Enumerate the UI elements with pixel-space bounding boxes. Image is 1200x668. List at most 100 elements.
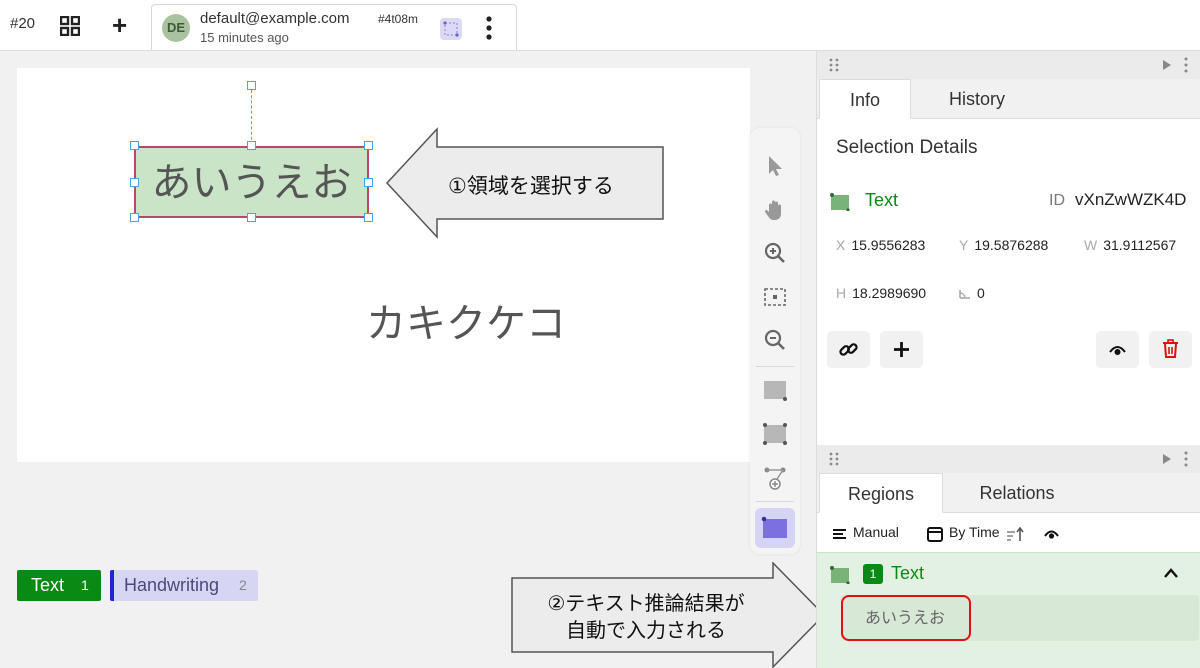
sort-by-time-button[interactable]: By Time <box>949 524 1000 540</box>
panel-menu-icon[interactable] <box>1184 451 1188 467</box>
tag-label: Text <box>31 575 65 595</box>
resize-handle[interactable] <box>130 213 139 222</box>
resize-handle[interactable] <box>247 141 256 150</box>
toolbar-divider <box>756 501 794 502</box>
user-email: default@example.com <box>200 10 350 27</box>
sort-manual-button[interactable]: Manual <box>853 524 899 540</box>
canvas-toolbar <box>750 128 800 554</box>
chevron-up-icon[interactable] <box>1163 567 1179 579</box>
ocr-region-tool-button[interactable] <box>755 508 795 548</box>
tag-label: Handwriting <box>124 575 220 595</box>
canvas-text: カキクケコ <box>366 301 566 347</box>
regions-tabs: Regions Relations <box>817 473 1200 513</box>
panel-menu-icon[interactable] <box>1184 57 1188 73</box>
selection-details-title: Selection Details <box>836 137 978 158</box>
polygon-tool-icon[interactable] <box>763 422 787 446</box>
plus-icon <box>894 342 909 357</box>
region-type-icon <box>830 193 850 211</box>
callout-step2: ②テキスト推論結果が 自動で入力される <box>511 590 781 644</box>
ocr-region-tool-icon <box>761 516 787 538</box>
panel-drag-bar[interactable] <box>817 51 1200 79</box>
toolbar-divider <box>756 366 794 367</box>
coord-w-value: 31.9112567 <box>1103 237 1177 253</box>
coord-h-value: 18.2989690 <box>852 285 927 301</box>
delete-button[interactable] <box>1149 331 1192 368</box>
coord-x-label: X <box>836 237 846 253</box>
coord-w: W 31.9112567 <box>1084 237 1200 253</box>
resize-handle[interactable] <box>364 141 373 150</box>
annotation-time: 15 minutes ago <box>200 30 289 45</box>
zoom-in-icon[interactable] <box>763 241 787 265</box>
region-list-item[interactable]: 1 Text あいうえお <box>817 552 1200 668</box>
drag-handle-icon[interactable] <box>829 58 839 72</box>
link-button[interactable] <box>827 331 870 368</box>
region-sort-row: Manual By Time <box>831 523 1191 547</box>
add-button[interactable] <box>880 331 923 368</box>
callout-step2-line1: ②テキスト推論結果が <box>547 591 745 615</box>
region-type-icon <box>830 566 850 584</box>
coord-h: H 18.2989690 <box>836 285 940 301</box>
resize-handle[interactable] <box>247 213 256 222</box>
region-id: vXnZwWZK4D <box>1075 190 1187 209</box>
visibility-button[interactable] <box>1096 331 1139 368</box>
collapse-icon[interactable] <box>1163 454 1171 464</box>
callout-step2-line2: 自動で入力される <box>566 618 726 642</box>
resize-handle[interactable] <box>130 178 139 187</box>
callout-step1: ①領域を選択する <box>448 174 614 198</box>
drag-handle-icon[interactable] <box>829 452 839 466</box>
region-icon <box>440 18 462 40</box>
select-pointer-icon[interactable] <box>763 154 787 178</box>
task-id: #20 <box>10 15 36 32</box>
info-tabs: Info History <box>817 79 1200 119</box>
annotation-hash: #4t08m <box>378 12 419 26</box>
calendar-icon <box>927 527 943 542</box>
region-text-value[interactable]: あいうえお <box>841 595 971 641</box>
coord-y-label: Y <box>959 237 969 253</box>
rectangle-tool-icon[interactable] <box>763 378 787 402</box>
fit-to-screen-icon[interactable] <box>763 285 787 309</box>
coord-w-label: W <box>1084 237 1098 253</box>
resize-handle[interactable] <box>364 213 373 222</box>
annotation-card[interactable]: DE default@example.com #4t08m 15 minutes… <box>151 4 517 50</box>
eye-icon <box>1109 346 1126 355</box>
zoom-out-icon[interactable] <box>763 328 787 352</box>
coord-h-label: H <box>836 285 847 301</box>
collapse-icon[interactable] <box>1163 60 1171 70</box>
label-tag-handwriting[interactable]: Handwriting 2 <box>110 570 258 601</box>
rotation-handle[interactable] <box>247 81 256 90</box>
grid-view-icon[interactable] <box>60 16 80 36</box>
tab-info[interactable]: Info <box>819 79 911 119</box>
tab-relations[interactable]: Relations <box>959 473 1075 513</box>
label-tag-text[interactable]: Text 1 <box>17 570 101 601</box>
side-panel: Info History Selection Details Text ID v… <box>816 51 1200 668</box>
coord-y: Y 19.5876288 <box>959 237 1065 253</box>
tag-count: 2 <box>239 577 247 593</box>
coord-angle-value: 0 <box>977 285 985 301</box>
resize-handle[interactable] <box>364 178 373 187</box>
add-icon[interactable]: + <box>112 12 127 38</box>
selected-region-text: あいうえお <box>151 160 352 206</box>
rotation-guide <box>251 90 252 145</box>
panel-drag-bar[interactable] <box>817 445 1200 473</box>
eye-icon[interactable] <box>1044 529 1059 540</box>
tab-history[interactable]: History <box>927 79 1027 119</box>
sort-direction-icon[interactable] <box>1006 527 1024 542</box>
resize-handle[interactable] <box>130 141 139 150</box>
tag-count: 1 <box>81 577 89 593</box>
pan-hand-icon[interactable] <box>763 198 787 222</box>
add-relation-icon[interactable] <box>763 466 787 490</box>
avatar: DE <box>162 14 190 42</box>
region-text-field[interactable]: あいうえお <box>841 595 1199 641</box>
top-bar: #20 + DE default@example.com #4t08m 15 m… <box>0 0 1200 51</box>
trash-icon <box>1163 339 1178 358</box>
tab-regions[interactable]: Regions <box>819 473 943 513</box>
manual-sort-icon <box>833 529 846 539</box>
region-index-badge: 1 <box>863 564 883 584</box>
region-item-label: Text <box>891 563 925 583</box>
more-options-icon[interactable] <box>486 15 492 41</box>
coord-y-value: 19.5876288 <box>974 237 1049 253</box>
coord-x: X 15.9556283 <box>836 237 940 253</box>
angle-icon <box>959 290 970 299</box>
link-icon <box>839 343 858 356</box>
region-id-label: ID <box>1049 192 1065 209</box>
